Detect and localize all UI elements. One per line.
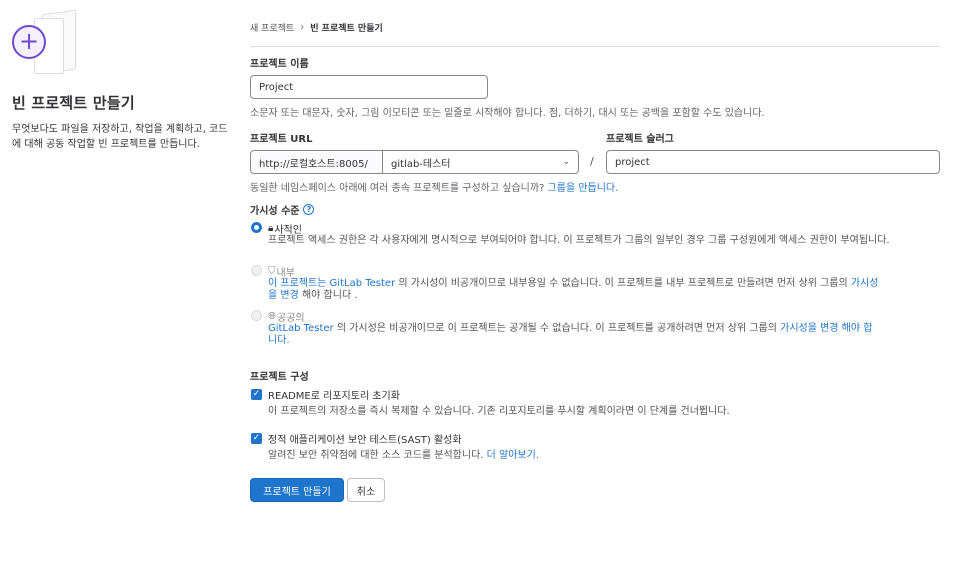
project-name-input[interactable]: Project — [250, 75, 488, 99]
sast-title: 정적 애플리케이션 보안 테스트(SAST) 활성화 — [268, 435, 462, 446]
group-link[interactable]: 이 프로젝트는 GitLab Tester — [268, 278, 395, 289]
page-title: 빈 프로젝트 만들기 — [12, 94, 135, 112]
readme-title: README로 리포지토리 초기화 — [268, 391, 400, 402]
visibility-internal-desc: 이 프로젝트는 GitLab Tester 의 가시성이 비공개이므로 내부용일… — [268, 278, 940, 302]
visibility-internal-tail: 해야 합니다 . — [301, 290, 358, 301]
create-group-link[interactable]: 그룹을 만듭니다. — [548, 183, 619, 194]
visibility-private-name: 사적인 — [274, 225, 302, 236]
breadcrumb-current: 빈 프로젝트 만들기 — [310, 23, 383, 34]
check-icon: ✓ — [252, 389, 261, 399]
namespace-value: gitlab-테스터 — [391, 158, 451, 170]
visibility-public-title: 🌐︎ 공공의 — [268, 309, 305, 324]
breadcrumb-new-project[interactable]: 새 프로젝트 — [250, 21, 294, 34]
visibility-private-radio[interactable] — [251, 222, 262, 233]
blank-project-illustration: + — [12, 9, 76, 78]
group-link[interactable]: GitLab Tester — [268, 323, 334, 334]
shield-icon: ⛉ — [268, 266, 276, 277]
project-url-help: 동일한 네임스페이스 아래에 여러 종속 프로젝트를 구성하고 싶습니까? 그룹… — [250, 179, 618, 194]
visibility-public-desc: GitLab Tester 의 가시성은 비공개이므로 이 프로젝트는 공개될 … — [268, 323, 940, 347]
project-config-label: 프로젝트 구성 — [250, 372, 309, 383]
project-url-label: 프로젝트 URL — [250, 134, 313, 145]
sast-checkbox[interactable]: ✓ — [251, 433, 262, 444]
visibility-private-title: 🔒︎ 사적인 — [268, 221, 302, 236]
create-project-button[interactable]: 프로젝트 만들기 — [250, 478, 344, 502]
page-description: 무엇보다도 파일을 저장하고, 작업을 계획하고, 코드에 대해 공동 작업할 … — [12, 124, 228, 150]
visibility-label-row: 가시성 수준 ? — [250, 202, 315, 217]
readme-desc: 이 프로젝트의 저장소를 즉시 복제할 수 있습니다. 기존 리포지토리를 푸시… — [268, 406, 730, 417]
earth-icon: 🌐︎ — [268, 311, 276, 322]
visibility-public-name: 공공의 — [277, 313, 305, 324]
visibility-internal-title: ⛉ 내부 — [268, 264, 295, 279]
form-panel: 새 프로젝트 › 빈 프로젝트 만들기 — [250, 18, 940, 47]
change-visibility-link[interactable]: 가시성 — [851, 278, 879, 289]
visibility-private-desc: 프로젝트 액세스 권한은 각 사용자에게 명시적으로 부여되어야 합니다. 이 … — [268, 235, 890, 246]
question-circle-icon[interactable]: ? — [303, 204, 315, 215]
project-url-base: http://로컬호스트:8005/ — [250, 150, 383, 174]
learn-more-link[interactable]: 더 알아보기. — [487, 450, 539, 461]
visibility-internal-radio[interactable] — [251, 265, 262, 276]
project-url-help-text: 동일한 네임스페이스 아래에 여러 종속 프로젝트를 구성하고 싶습니까? — [250, 183, 545, 194]
change-visibility-link-cont[interactable]: 을 변경 — [268, 290, 299, 301]
visibility-label: 가시성 수준 — [250, 206, 300, 217]
chevron-down-icon: ⌄ — [562, 157, 570, 167]
breadcrumb: 새 프로젝트 › 빈 프로젝트 만들기 — [250, 18, 940, 36]
lock-icon: 🔒︎ — [268, 223, 274, 234]
visibility-public-radio[interactable] — [251, 310, 262, 321]
divider — [250, 46, 940, 47]
url-slash: / — [590, 155, 594, 168]
sast-desc: 알려진 보안 취약점에 대한 소스 코드를 분석합니다. 더 알아보기. — [268, 446, 539, 461]
project-name-label: 프로젝트 이름 — [250, 59, 309, 70]
breadcrumb-separator: › — [300, 21, 305, 33]
namespace-select[interactable]: gitlab-테스터 ⌄ — [382, 150, 579, 174]
visibility-internal-text: 의 가시성이 비공개이므로 내부용일 수 없습니다. 이 프로젝트를 내부 프로… — [398, 278, 848, 289]
visibility-internal-name: 내부 — [276, 268, 295, 279]
check-icon: ✓ — [252, 433, 261, 443]
project-name-help: 소문자 또는 대문자, 숫자, 그림 이모티콘 또는 밑줄로 시작해야 합니다.… — [250, 108, 765, 119]
project-slug-label: 프로젝트 슬러그 — [606, 134, 674, 145]
project-slug-input[interactable]: project — [606, 150, 940, 174]
visibility-public-text: 의 가시성은 비공개이므로 이 프로젝트는 공개될 수 없습니다. 이 프로젝트… — [336, 323, 777, 334]
readme-checkbox[interactable]: ✓ — [251, 389, 262, 400]
sast-desc-text: 알려진 보안 취약점에 대한 소스 코드를 분석합니다. — [268, 450, 484, 461]
cancel-button[interactable]: 취소 — [347, 478, 385, 502]
change-visibility-link-cont[interactable]: 니다. — [268, 335, 290, 346]
change-visibility-link[interactable]: 가시성을 변경 해야 합 — [780, 323, 872, 334]
plus-icon: + — [12, 25, 46, 59]
left-panel: + 빈 프로젝트 만들기 무엇보다도 파일을 저장하고, 작업을 계획하고, 코… — [12, 9, 230, 152]
